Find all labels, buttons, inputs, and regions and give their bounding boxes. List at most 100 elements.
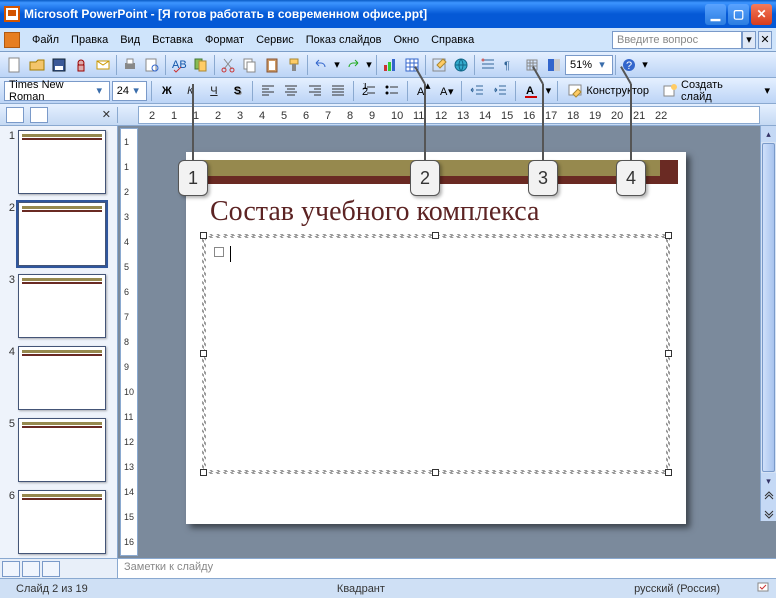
scroll-thumb[interactable] (762, 143, 775, 472)
normal-view-icon[interactable] (2, 561, 20, 577)
horizontal-ruler[interactable]: 2112345678910111213141516171819202122 (138, 106, 760, 124)
tables-borders-icon[interactable] (428, 54, 450, 76)
close-pane-icon[interactable]: ✕ (102, 108, 111, 121)
save-icon[interactable] (48, 54, 70, 76)
mdi-close-button[interactable]: ✕ (758, 31, 772, 49)
slides-tab[interactable] (30, 107, 48, 123)
callout-2: 2 (410, 84, 440, 196)
notes-row: Заметки к слайду (0, 558, 776, 578)
format-painter-icon[interactable] (283, 54, 305, 76)
redo-dropdown[interactable]: ▾ (364, 54, 374, 76)
research-icon[interactable] (190, 54, 212, 76)
menu-slideshow[interactable]: Показ слайдов (300, 32, 388, 48)
menu-tools[interactable]: Сервис (250, 32, 300, 48)
notes-placeholder[interactable]: Заметки к слайду (118, 559, 776, 578)
insert-chart-icon[interactable] (379, 54, 401, 76)
menu-window[interactable]: Окно (388, 32, 426, 48)
menu-file[interactable]: Файл (26, 32, 65, 48)
slide-body-placeholder[interactable] (202, 234, 670, 474)
thumbnail[interactable]: 2 (0, 198, 117, 270)
scroll-up-icon[interactable]: ▴ (761, 126, 776, 142)
close-button[interactable]: ✕ (751, 4, 772, 25)
thumb-number: 6 (4, 490, 18, 554)
undo-icon[interactable] (310, 54, 332, 76)
bold-button[interactable]: Ж (156, 80, 178, 102)
next-slide-icon[interactable] (761, 505, 776, 521)
help-search-dropdown[interactable]: ▾ (742, 31, 756, 49)
title-bar: Microsoft PowerPoint - [Я готов работать… (0, 0, 776, 28)
scroll-down-icon[interactable]: ▾ (761, 473, 776, 489)
menu-help[interactable]: Справка (425, 32, 480, 48)
minimize-button[interactable]: ▁ (705, 4, 726, 25)
thumbnail[interactable]: 5 (0, 414, 117, 486)
menu-bar: Файл Правка Вид Вставка Формат Сервис По… (0, 28, 776, 52)
thumb-number: 1 (4, 130, 18, 194)
show-formatting-icon[interactable]: ¶ (499, 54, 521, 76)
shadow-button[interactable]: S (227, 80, 249, 102)
thumbnail[interactable]: 1 (0, 126, 117, 198)
zoom-value: 51% (570, 59, 592, 71)
decrease-indent-icon[interactable] (466, 80, 488, 102)
insert-hyperlink-icon[interactable] (450, 54, 472, 76)
paste-icon[interactable] (261, 54, 283, 76)
zoom-combo[interactable]: 51%▾ (565, 55, 613, 75)
help-search-box[interactable]: Введите вопрос (612, 31, 742, 49)
slide-canvas[interactable]: Состав учебного комплекса (138, 126, 776, 558)
undo-dropdown[interactable]: ▾ (332, 54, 342, 76)
slide[interactable]: Состав учебного комплекса (186, 152, 686, 524)
new-slide-button[interactable]: Создать слайд (657, 80, 760, 102)
thumbnail[interactable]: 3 (0, 270, 117, 342)
svg-text:▾: ▾ (448, 86, 454, 98)
outline-tab[interactable] (6, 107, 24, 123)
status-bar: Слайд 2 из 19 Квадрант русский (Россия) (0, 578, 776, 598)
sorter-view-icon[interactable] (22, 561, 40, 577)
new-slide-icon (663, 84, 677, 98)
menu-format[interactable]: Формат (199, 32, 250, 48)
doc-system-icon[interactable] (4, 32, 20, 48)
email-icon[interactable] (92, 54, 114, 76)
show-grid-icon[interactable] (521, 54, 543, 76)
align-justify-icon[interactable] (328, 80, 350, 102)
menu-view[interactable]: Вид (114, 32, 146, 48)
view-switcher (0, 559, 118, 578)
new-doc-icon[interactable] (4, 54, 26, 76)
align-right-icon[interactable] (304, 80, 326, 102)
maximize-button[interactable]: ▢ (728, 4, 749, 25)
status-language[interactable]: русский (Россия) (624, 583, 730, 595)
menu-edit[interactable]: Правка (65, 32, 114, 48)
expand-all-icon[interactable] (477, 54, 499, 76)
permission-icon[interactable] (70, 54, 92, 76)
numbered-list-icon[interactable]: 12 (358, 80, 380, 102)
redo-icon[interactable] (342, 54, 364, 76)
open-icon[interactable] (26, 54, 48, 76)
align-left-icon[interactable] (257, 80, 279, 102)
fmt-toolbar-options[interactable]: ▾ (762, 80, 772, 102)
toolbar-options-icon[interactable]: ▾ (640, 54, 650, 76)
increase-indent-icon[interactable] (490, 80, 512, 102)
bullet-icon (214, 247, 224, 257)
spellcheck-icon[interactable]: ABC (168, 54, 190, 76)
cut-icon[interactable] (217, 54, 239, 76)
help-icon[interactable]: ? (618, 54, 640, 76)
slideshow-view-icon[interactable] (42, 561, 60, 577)
font-name-combo[interactable]: Times New Roman▾ (4, 81, 110, 101)
thumbnail[interactable]: 6 (0, 486, 117, 558)
align-center-icon[interactable] (281, 80, 303, 102)
print-preview-icon[interactable] (141, 54, 163, 76)
thumb-number: 3 (4, 274, 18, 338)
font-size-combo[interactable]: 24▾ (112, 81, 147, 101)
svg-text:2: 2 (362, 86, 368, 98)
color-grayscale-icon[interactable] (543, 54, 565, 76)
window-title: Microsoft PowerPoint - [Я готов работать… (24, 7, 705, 21)
workspace: 1234567 112345678910111213141516 Состав … (0, 126, 776, 558)
thumbnail[interactable]: 4 (0, 342, 117, 414)
bulleted-list-icon[interactable] (382, 80, 404, 102)
copy-icon[interactable] (239, 54, 261, 76)
menu-insert[interactable]: Вставка (146, 32, 199, 48)
vertical-scrollbar[interactable]: ▴ ▾ (760, 126, 776, 521)
slide-title[interactable]: Состав учебного комплекса (210, 196, 670, 228)
print-icon[interactable] (119, 54, 141, 76)
svg-text:?: ? (626, 60, 632, 72)
vertical-ruler[interactable]: 112345678910111213141516 (120, 128, 138, 556)
prev-slide-icon[interactable] (761, 489, 776, 505)
